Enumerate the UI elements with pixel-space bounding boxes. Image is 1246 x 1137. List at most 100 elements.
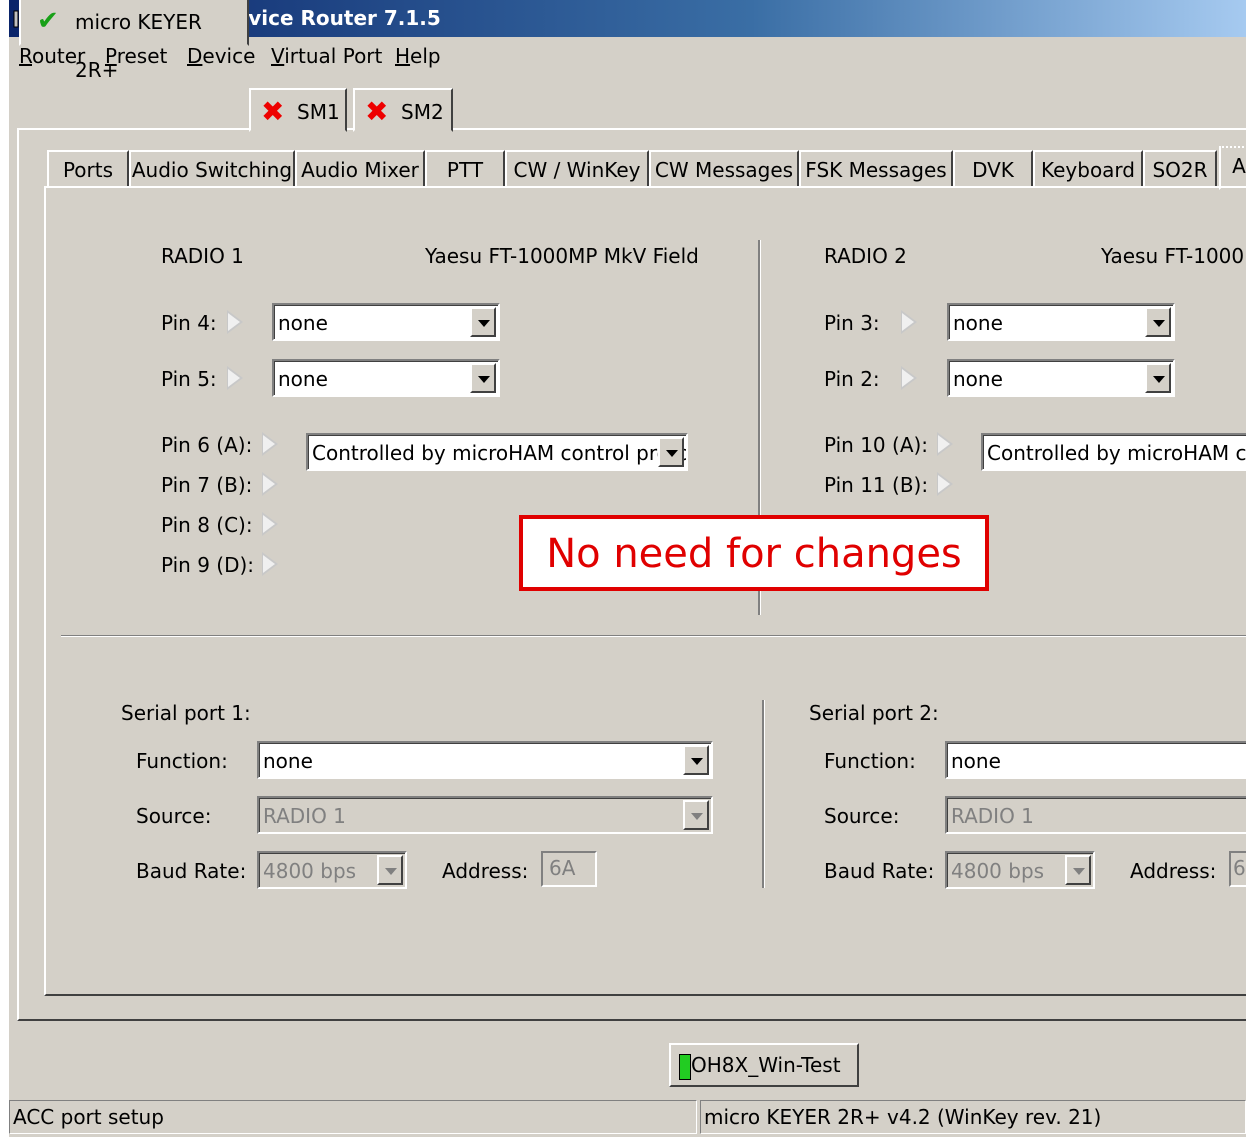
pin4-arrow-icon bbox=[227, 310, 243, 334]
pin5-select[interactable]: none bbox=[272, 359, 500, 397]
serial2-source-label: Source: bbox=[824, 804, 900, 828]
chevron-down-icon[interactable] bbox=[1145, 363, 1171, 393]
pin6-arrow-icon bbox=[262, 432, 278, 456]
tab-keyboard[interactable]: Keyboard bbox=[1033, 150, 1143, 188]
serial1-function-select[interactable]: none bbox=[257, 741, 713, 779]
chevron-down-icon[interactable] bbox=[658, 437, 684, 467]
tab-ports[interactable]: Ports bbox=[47, 150, 129, 188]
serial2-function-label: Function: bbox=[824, 749, 916, 773]
radio2-label: RADIO 2 bbox=[824, 244, 907, 268]
tab-label: Audio Mixer bbox=[301, 158, 419, 182]
pin5-arrow-icon bbox=[227, 366, 243, 390]
serial2-address-field[interactable]: 6 bbox=[1229, 851, 1246, 887]
serial2-address-label: Address: bbox=[1130, 859, 1217, 883]
chevron-down-icon[interactable] bbox=[683, 745, 709, 775]
annotation-callout: No need for changes bbox=[519, 515, 989, 591]
tab-label: micro KEYER 2R+ bbox=[75, 10, 202, 82]
tab-fsk-messages[interactable]: FSK Messages bbox=[799, 150, 953, 188]
serial2-function-select[interactable]: none bbox=[945, 741, 1246, 779]
tab-label: SO2R bbox=[1152, 158, 1208, 182]
pin2-label: Pin 2: bbox=[824, 367, 880, 391]
pin2-value: none bbox=[953, 367, 1003, 391]
menu-virtual-port[interactable]: Virtual Port bbox=[271, 44, 382, 68]
serial1-source-value: RADIO 1 bbox=[263, 804, 346, 828]
serial2-baud-select[interactable]: 4800 bps bbox=[945, 851, 1095, 889]
pin3-arrow-icon bbox=[901, 310, 917, 334]
tab-label: SM2 bbox=[401, 100, 444, 124]
pin3-label: Pin 3: bbox=[824, 311, 880, 335]
tab-label: A bbox=[1232, 154, 1246, 178]
x-icon: ✖ bbox=[365, 95, 389, 128]
pin2-arrow-icon bbox=[901, 366, 917, 390]
tab-audio-switching[interactable]: Audio Switching bbox=[129, 150, 295, 188]
preset-button[interactable]: OH8X_Win-Test bbox=[669, 1043, 859, 1087]
pin4-value: none bbox=[278, 311, 328, 335]
chevron-down-icon[interactable] bbox=[1065, 855, 1091, 885]
pin7-arrow-icon bbox=[262, 472, 278, 496]
serial2-baud-value: 4800 bps bbox=[951, 859, 1045, 883]
pin5-label: Pin 5: bbox=[161, 367, 217, 391]
pin6-label: Pin 6 (A): bbox=[161, 433, 253, 457]
pin9-arrow-icon bbox=[262, 552, 278, 576]
radio1-label: RADIO 1 bbox=[161, 244, 244, 268]
pin6-select[interactable]: Controlled by microHAM control protc bbox=[306, 433, 688, 471]
serial1-source-select[interactable]: RADIO 1 bbox=[257, 796, 713, 834]
pin7-label: Pin 7 (B): bbox=[161, 473, 253, 497]
chevron-down-icon[interactable] bbox=[683, 800, 709, 830]
pin4-select[interactable]: none bbox=[272, 303, 500, 341]
tab-label: PTT bbox=[446, 158, 484, 182]
tab-label: CW Messages bbox=[654, 158, 794, 182]
chevron-down-icon[interactable] bbox=[1145, 307, 1171, 337]
tab-micro-keyer[interactable]: ✔ micro KEYER 2R+ bbox=[19, 0, 249, 82]
pin6-value: Controlled by microHAM control protc bbox=[312, 441, 688, 465]
serial2-source-value: RADIO 1 bbox=[951, 804, 1034, 828]
check-icon: ✔ bbox=[37, 6, 59, 36]
pin9-label: Pin 9 (D): bbox=[161, 553, 255, 577]
pin11-arrow-icon bbox=[937, 472, 953, 496]
serial2-function-value: none bbox=[951, 749, 1001, 773]
tab-cw-messages[interactable]: CW Messages bbox=[649, 150, 799, 188]
tab-label: DVK bbox=[972, 158, 1014, 182]
pin4-label: Pin 4: bbox=[161, 311, 217, 335]
menu-help[interactable]: Help bbox=[395, 44, 441, 68]
pin2-select[interactable]: none bbox=[947, 359, 1175, 397]
tab-cw-winkey[interactable]: CW / WinKey bbox=[505, 150, 649, 188]
pin11-label: Pin 11 (B): bbox=[824, 473, 929, 497]
tab-sm1[interactable]: ✖ SM1 bbox=[249, 88, 347, 132]
serial2-source-select[interactable]: RADIO 1 bbox=[945, 796, 1246, 834]
serial2-title: Serial port 2: bbox=[809, 701, 939, 725]
pin3-select[interactable]: none bbox=[947, 303, 1175, 341]
tab-audio-mixer[interactable]: Audio Mixer bbox=[295, 150, 425, 188]
app-window: microHAM USB Device Router 7.1.5 Router … bbox=[9, 0, 1246, 1137]
serial1-address-label: Address: bbox=[442, 859, 529, 883]
tab-so2r[interactable]: SO2R bbox=[1143, 150, 1217, 188]
x-icon: ✖ bbox=[261, 95, 285, 128]
tab-label: FSK Messages bbox=[805, 158, 947, 182]
serial1-baud-value: 4800 bps bbox=[263, 859, 357, 883]
preset-button-label: OH8X_Win-Test bbox=[691, 1053, 841, 1077]
tab-dvk[interactable]: DVK bbox=[953, 150, 1033, 188]
serial-divider bbox=[762, 700, 765, 888]
tab-label: Audio Switching bbox=[131, 158, 293, 182]
tab-sm2[interactable]: ✖ SM2 bbox=[353, 88, 453, 132]
serial1-function-label: Function: bbox=[136, 749, 228, 773]
section-divider bbox=[61, 635, 1246, 637]
pin3-value: none bbox=[953, 311, 1003, 335]
chevron-down-icon[interactable] bbox=[470, 363, 496, 393]
pin10-arrow-icon bbox=[937, 432, 953, 456]
pin10-select[interactable]: Controlled by microHAM con bbox=[981, 433, 1246, 471]
serial1-address-field[interactable]: 6A bbox=[541, 851, 597, 887]
chevron-down-icon[interactable] bbox=[470, 307, 496, 337]
serial1-baud-select[interactable]: 4800 bps bbox=[257, 851, 407, 889]
chevron-down-icon[interactable] bbox=[377, 855, 403, 885]
serial1-function-value: none bbox=[263, 749, 313, 773]
tab-ptt[interactable]: PTT bbox=[425, 150, 505, 188]
serial2-baud-label: Baud Rate: bbox=[824, 859, 935, 883]
status-led-icon bbox=[679, 1054, 691, 1080]
pin8-label: Pin 8 (C): bbox=[161, 513, 253, 537]
tab-acc[interactable]: A bbox=[1219, 146, 1246, 190]
serial1-title: Serial port 1: bbox=[121, 701, 251, 725]
serial1-source-label: Source: bbox=[136, 804, 212, 828]
pin10-label: Pin 10 (A): bbox=[824, 433, 929, 457]
tab-label: Ports bbox=[62, 158, 114, 182]
